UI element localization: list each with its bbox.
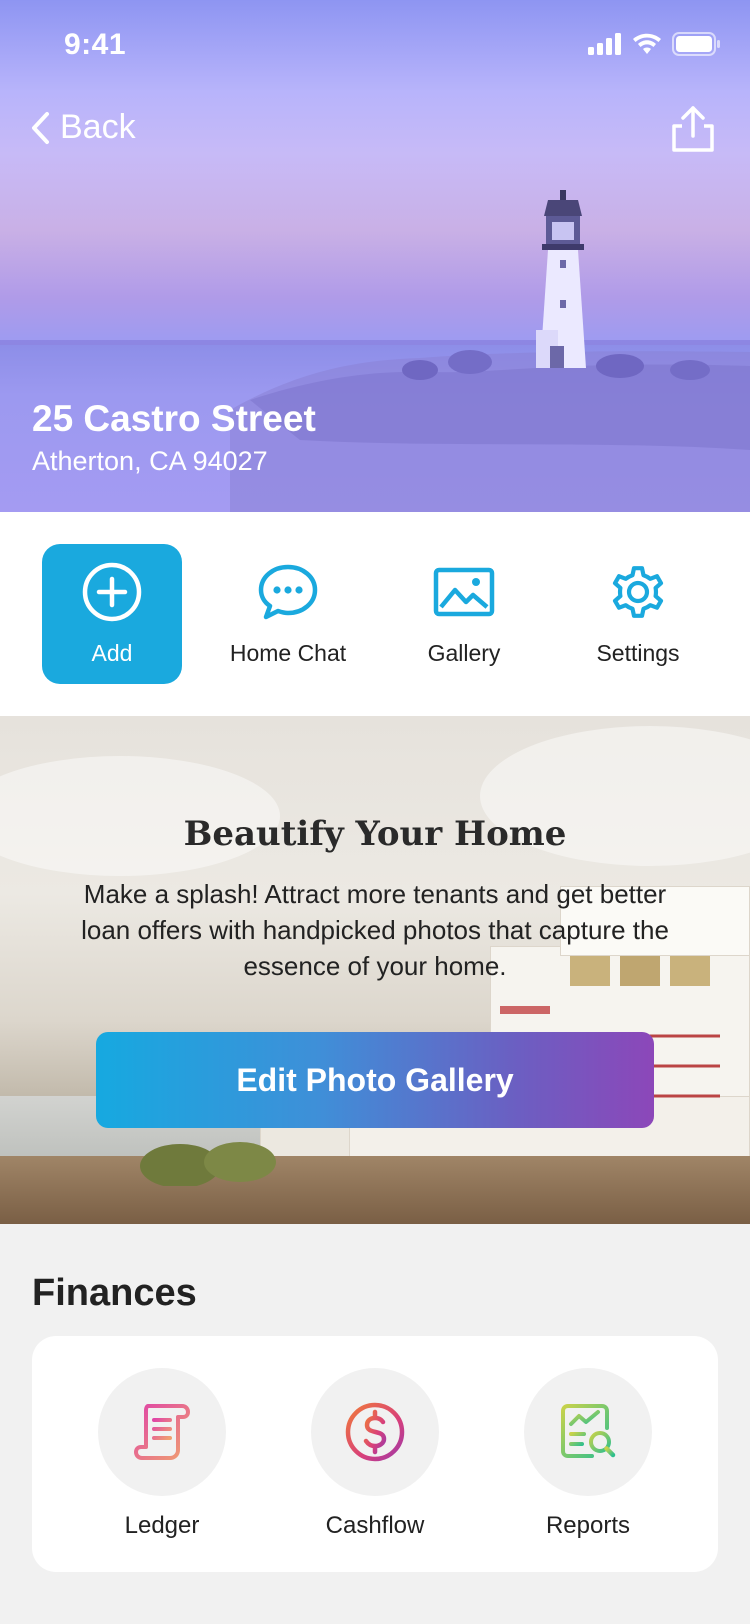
reports-button[interactable]: Reports [524, 1368, 652, 1540]
reports-icon-circle [524, 1368, 652, 1496]
finances-card: Ledger Cashflow Reports [32, 1336, 718, 1572]
gallery-button[interactable]: Gallery [394, 544, 534, 684]
ledger-button[interactable]: Ledger [98, 1368, 226, 1540]
ledger-label: Ledger [124, 1512, 200, 1539]
settings-label: Settings [596, 640, 680, 666]
lighthouse-illustration [536, 190, 586, 368]
quick-actions-bar: Add Home Chat Gallery Settings [0, 512, 750, 716]
share-icon[interactable] [668, 104, 718, 154]
promo-title: Beautify Your Home [183, 814, 567, 854]
dollar-circle-icon [345, 1402, 405, 1462]
status-time: 9:41 [64, 28, 127, 61]
ledger-icon-circle [98, 1368, 226, 1496]
property-address: Atherton, CA 94027 [32, 446, 268, 476]
cashflow-button[interactable]: Cashflow [311, 1368, 439, 1540]
finances-title: Finances [32, 1272, 197, 1314]
battery-icon [672, 32, 720, 56]
back-button[interactable]: Back [30, 108, 136, 147]
chevron-left-icon [32, 111, 49, 144]
plus-circle-icon [82, 562, 142, 622]
promo-banner: Beautify Your Home Make a splash! Attrac… [0, 716, 750, 1224]
back-label: Back [60, 108, 136, 146]
cliff-ground [0, 1156, 750, 1224]
report-search-icon [561, 1404, 616, 1458]
shrubs-illustration [140, 1142, 276, 1186]
wifi-icon [633, 33, 661, 54]
cashflow-icon-circle [311, 1368, 439, 1496]
promo-body: Make a splash! Attract more tenants and … [81, 879, 669, 981]
cashflow-label: Cashflow [325, 1512, 425, 1539]
reports-label: Reports [545, 1512, 631, 1539]
image-icon [433, 567, 495, 617]
home-chat-label: Home Chat [229, 640, 347, 666]
hero-header: 9:41 Back 25 Castro Street Atherton, CA [0, 0, 750, 512]
edit-photo-gallery-button[interactable]: Edit Photo Gallery [96, 1032, 654, 1128]
gallery-label: Gallery [427, 640, 501, 666]
add-label: Add [91, 640, 133, 666]
property-title: 25 Castro Street [32, 398, 316, 439]
home-chat-button[interactable]: Home Chat [218, 544, 358, 684]
status-icons [588, 32, 720, 56]
settings-button[interactable]: Settings [568, 544, 708, 684]
add-button[interactable]: Add [42, 544, 182, 684]
gear-icon [612, 566, 664, 618]
scroll-ledger-icon [134, 1404, 190, 1460]
chat-bubble-icon [258, 564, 318, 620]
cellular-signal-icon [588, 33, 621, 55]
